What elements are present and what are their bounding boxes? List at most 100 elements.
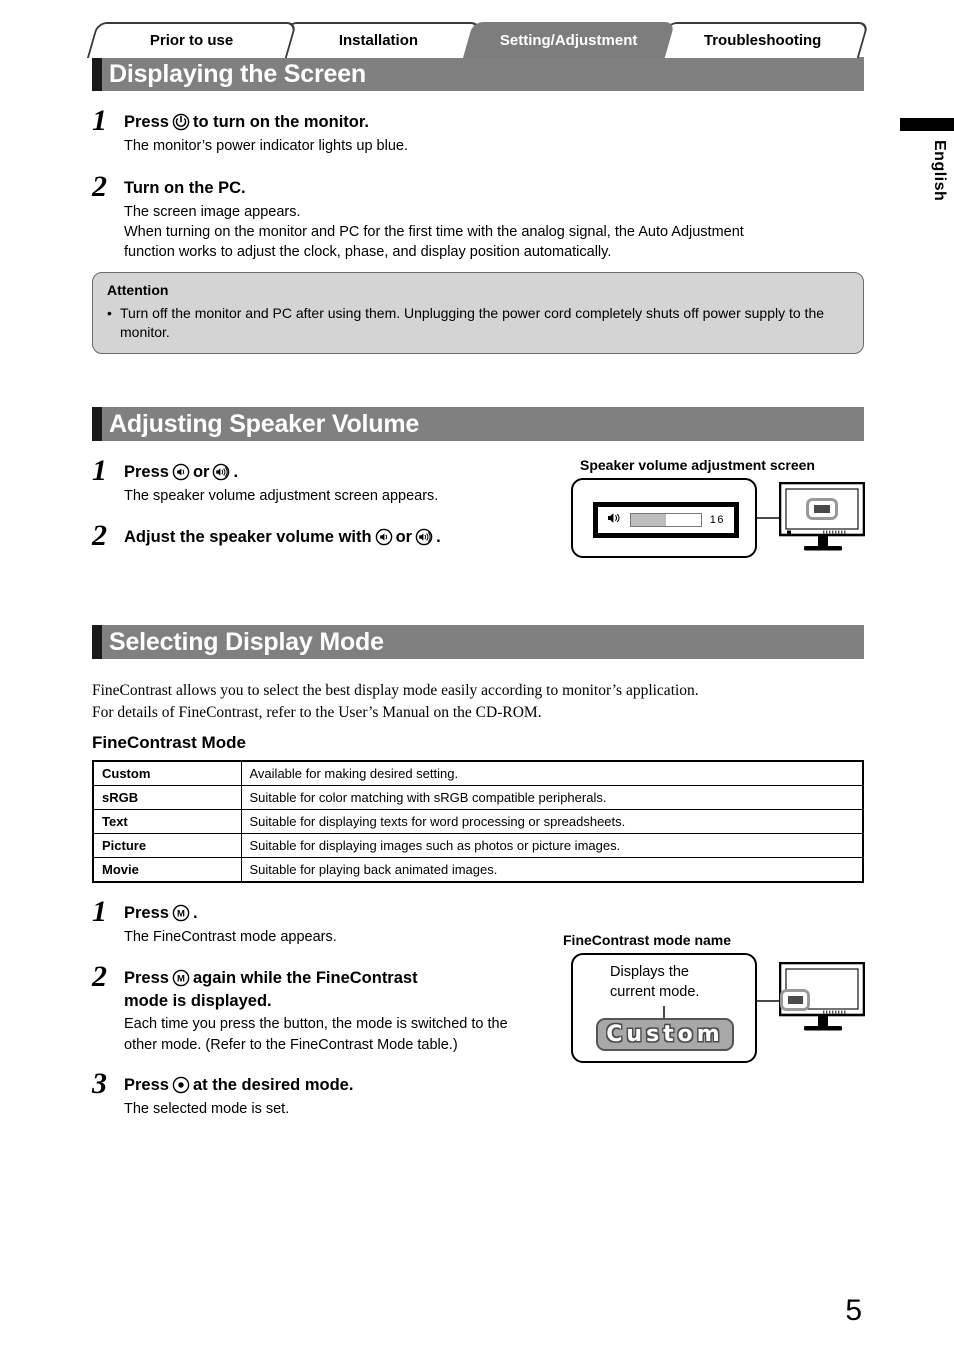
section-header-displaying-the-screen: Displaying the Screen [92, 57, 864, 91]
finecontrast-mode-name-osd: Custom [596, 1018, 734, 1051]
step-heading: Turn on the PC. [124, 179, 246, 197]
attention-text: Turn off the monitor and PC after using … [120, 305, 825, 340]
table-row: Custom Available for making desired sett… [92, 761, 864, 786]
mode-button-icon: M [172, 969, 190, 987]
finecontrast-intro-line: For details of FineContrast, refer to th… [92, 704, 542, 722]
step-number: 2 [92, 519, 107, 552]
table-cell-mode: Custom [92, 761, 242, 786]
step-description: The FineContrast mode appears. [124, 928, 337, 945]
step-heading: Press M . [124, 903, 532, 924]
monitor-illustration [778, 961, 866, 1039]
finecontrast-intro: FineContrast allows you to select the be… [92, 680, 864, 725]
speaker-icon [607, 511, 622, 530]
attention-title: Attention [107, 282, 169, 298]
finecontrast-mode-table: Custom Available for making desired sett… [92, 760, 864, 883]
tab-prior-to-use[interactable]: Prior to use [86, 22, 298, 58]
table-cell-mode: Picture [92, 833, 242, 858]
step-heading: Adjust the speaker volume with or . [124, 527, 562, 548]
enter-button-icon [172, 1076, 190, 1094]
volume-down-icon [172, 463, 190, 481]
step-item: 2 Adjust the speaker volume with or . [92, 521, 562, 551]
step-heading-text: . [233, 463, 239, 481]
tab-troubleshooting[interactable]: Troubleshooting [656, 22, 870, 58]
step-heading-text: Adjust the speaker volume with [124, 528, 372, 546]
step-description: The speaker volume adjustment screen app… [124, 487, 439, 504]
table-cell-description: Suitable for displaying images such as p… [240, 833, 864, 858]
svg-text:M: M [177, 909, 185, 920]
step-description: The selected mode is set. [124, 1100, 290, 1117]
tab-label: Setting/Adjustment [500, 31, 638, 49]
figure-caption-finecontrast-mode-name: FineContrast mode name [563, 932, 732, 948]
table-cell-description: Suitable for playing back animated image… [240, 857, 864, 883]
section-tab-bar: Prior to use Installation Setting/Adjust… [86, 22, 870, 58]
step-heading-text: Press [124, 113, 169, 131]
table-row: Movie Suitable for playing back animated… [92, 857, 864, 883]
table-cell-description: Suitable for color matching with sRGB co… [240, 785, 864, 810]
monitor-illustration [778, 481, 866, 559]
step-item: 1 Press to turn on the monitor. The moni… [92, 106, 872, 156]
language-tab-label: English [931, 140, 948, 202]
volume-level-bar [630, 513, 702, 527]
language-side-tab: English [894, 118, 954, 248]
step-heading-text: . [436, 528, 441, 546]
page-number: 5 [845, 1294, 862, 1327]
finecontrast-note-line: Displays the [610, 964, 689, 980]
speaker-volume-osd-panel: 16 [571, 478, 757, 558]
step-item: 3 Press at the desired mode. The selecte… [92, 1069, 562, 1119]
volume-up-icon [415, 528, 433, 546]
volume-up-icon [212, 463, 230, 481]
step-item: 1 Press M . The FineContrast mode appear… [92, 897, 532, 947]
step-number: 1 [92, 104, 107, 137]
step-number: 1 [92, 895, 107, 928]
step-description-line: The screen image appears. [124, 203, 301, 220]
volume-value: 16 [709, 514, 725, 526]
step-heading-line2: mode is displayed. [124, 991, 272, 1010]
step-heading: Press to turn on the monitor. [124, 112, 872, 133]
step-heading-text: again while the FineContrast [192, 969, 418, 987]
bullet-icon: • [107, 305, 112, 321]
section-header-selecting-display-mode: Selecting Display Mode [92, 625, 864, 659]
mode-button-icon: M [172, 904, 190, 922]
step-heading: Press or . [124, 462, 532, 483]
finecontrast-osd-panel: Displays the current mode. Custom [571, 953, 757, 1063]
finecontrast-note: Displays the current mode. [610, 963, 699, 1002]
step-heading-text: or [395, 528, 413, 546]
step-heading-text: Press [124, 904, 169, 922]
tab-installation[interactable]: Installation [276, 22, 482, 58]
volume-osd: 16 [593, 502, 739, 538]
manual-page: Prior to use Installation Setting/Adjust… [0, 0, 954, 1350]
step-heading-text: Press [124, 1076, 169, 1094]
tab-label: Troubleshooting [704, 31, 822, 49]
section-header-nub [92, 57, 102, 91]
language-tab-bar [900, 118, 954, 131]
step-item: 2 Turn on the PC. The screen image appea… [92, 172, 872, 263]
section-header-nub [92, 407, 102, 441]
finecontrast-intro-line: FineContrast allows you to select the be… [92, 682, 699, 699]
table-cell-mode: Movie [92, 857, 242, 883]
step-heading-text: or [192, 463, 210, 481]
step-heading: Press at the desired mode. [124, 1075, 562, 1096]
power-button-icon [172, 113, 190, 131]
tab-setting-adjustment[interactable]: Setting/Adjustment [462, 22, 676, 58]
step-description-line: When turning on the monitor and PC for t… [124, 223, 744, 240]
section-title: Selecting Display Mode [109, 627, 384, 656]
section-header-nub [92, 625, 102, 659]
step-heading-text: Press [124, 463, 169, 481]
table-cell-mode: Text [92, 809, 242, 834]
step-number: 2 [92, 170, 107, 203]
step-heading: Press M again while the FineContrast [124, 968, 562, 989]
table-cell-description: Suitable for displaying texts for word p… [240, 809, 864, 834]
step-item: 2 Press M again while the FineContrast m… [92, 962, 562, 1055]
volume-level-fill [631, 514, 666, 526]
step-description-line: function works to adjust the clock, phas… [124, 244, 612, 261]
step-item: 1 Press or . The speaker volume adjustme… [92, 456, 532, 506]
step-description: The monitor’s power indicator lights up … [124, 137, 408, 154]
figure-caption-speaker-volume: Speaker volume adjustment screen [580, 457, 815, 473]
table-cell-description: Available for making desired setting. [240, 761, 864, 786]
step-number: 2 [92, 960, 107, 993]
attention-bullet-item: • Turn off the monitor and PC after usin… [107, 304, 849, 342]
finecontrast-note-line: current mode. [610, 983, 700, 1000]
step-number: 3 [92, 1067, 107, 1100]
step-heading-text: at the desired mode. [192, 1076, 354, 1094]
tab-label: Installation [339, 31, 419, 49]
